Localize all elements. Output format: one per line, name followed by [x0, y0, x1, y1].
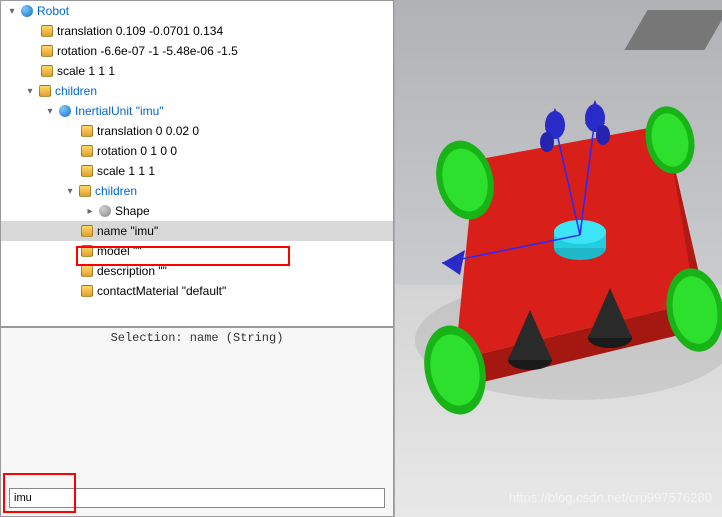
tree-label: contactMaterial "default"	[97, 284, 226, 298]
chevron-right-icon[interactable]: ▸	[83, 204, 97, 218]
tree-label: Robot	[37, 4, 69, 18]
tree-node-contact-material[interactable]: ▾ contactMaterial "default"	[1, 281, 393, 301]
tree-node-model[interactable]: ▾ model ""	[1, 241, 393, 261]
tree-label: children	[55, 84, 97, 98]
tree-node-robot[interactable]: ▾ Robot	[1, 1, 393, 21]
tree-label: InertialUnit "imu"	[75, 104, 164, 118]
box-icon	[81, 265, 93, 277]
tree-node-inertial-unit[interactable]: ▾ InertialUnit "imu"	[1, 101, 393, 121]
box-icon	[41, 65, 53, 77]
tree-node-imu-rotation[interactable]: ▾ rotation 0 1 0 0	[1, 141, 393, 161]
sphere-icon	[99, 205, 111, 217]
tree-label: children	[95, 184, 137, 198]
tree-label: rotation -6.6e-07 -1 -5.48e-06 -1.5	[57, 44, 238, 58]
tree-node-description[interactable]: ▾ description ""	[1, 261, 393, 281]
3d-viewport[interactable]: https://blog.csdn.net/crp997576280	[395, 0, 722, 517]
watermark: https://blog.csdn.net/crp997576280	[509, 490, 712, 505]
tree-label: scale 1 1 1	[97, 164, 155, 178]
tree-node-name[interactable]: ▾ name "imu"	[1, 221, 393, 241]
tree-node-shape[interactable]: ▸ Shape	[1, 201, 393, 221]
box-icon	[81, 165, 93, 177]
tree-label: name "imu"	[97, 224, 158, 238]
chevron-down-icon[interactable]: ▾	[5, 4, 19, 18]
chevron-down-icon[interactable]: ▾	[43, 104, 57, 118]
box-icon	[41, 25, 53, 37]
chevron-down-icon[interactable]: ▾	[23, 84, 37, 98]
tree-label: description ""	[97, 264, 167, 278]
tree-label: rotation 0 1 0 0	[97, 144, 177, 158]
box-icon	[81, 285, 93, 297]
tree-label: model ""	[97, 244, 142, 258]
box-icon	[81, 125, 93, 137]
tree-node-imu-scale[interactable]: ▾ scale 1 1 1	[1, 161, 393, 181]
tree-label: translation 0 0.02 0	[97, 124, 199, 138]
tree-label: translation 0.109 -0.0701 0.134	[57, 24, 223, 38]
box-icon	[81, 245, 93, 257]
tree-label: Shape	[115, 204, 150, 218]
chevron-down-icon[interactable]: ▾	[63, 184, 77, 198]
tree-label: scale 1 1 1	[57, 64, 115, 78]
tree-node-children[interactable]: ▾ children	[1, 81, 393, 101]
tree-node-imu-children[interactable]: ▾ children	[1, 181, 393, 201]
tree-node-rotation[interactable]: ▾ rotation -6.6e-07 -1 -5.48e-06 -1.5	[1, 41, 393, 61]
property-panel: Selection: name (String)	[0, 327, 394, 517]
tree-node-imu-translation[interactable]: ▾ translation 0 0.02 0	[1, 121, 393, 141]
box-icon	[41, 45, 53, 57]
tree-node-scale[interactable]: ▾ scale 1 1 1	[1, 61, 393, 81]
selection-label: Selection: name (String)	[1, 328, 393, 348]
sphere-icon	[59, 105, 71, 117]
name-input[interactable]	[9, 488, 385, 508]
tree-node-translation[interactable]: ▾ translation 0.109 -0.0701 0.134	[1, 21, 393, 41]
robot-render	[395, 0, 722, 517]
box-icon	[81, 225, 93, 237]
sphere-icon	[21, 5, 33, 17]
box-icon	[81, 145, 93, 157]
box-icon	[39, 85, 51, 97]
scene-tree[interactable]: ▾ Robot ▾ translation 0.109 -0.0701 0.13…	[0, 0, 394, 327]
box-icon	[79, 185, 91, 197]
